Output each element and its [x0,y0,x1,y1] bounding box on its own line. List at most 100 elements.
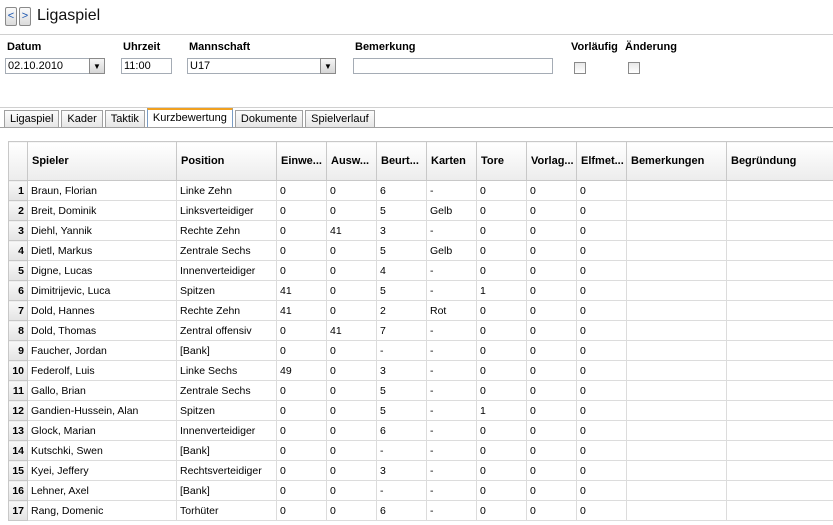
table-cell[interactable]: 0 [276,480,327,501]
table-cell[interactable]: 0 [526,380,577,401]
tab-spielverlauf[interactable]: Spielverlauf [305,110,375,127]
column-header[interactable]: Elfmet... [576,141,627,181]
table-cell[interactable]: - [426,220,477,241]
table-cell[interactable]: - [426,320,477,341]
column-header[interactable]: Position [176,141,277,181]
table-cell[interactable] [726,280,833,301]
table-cell[interactable]: 0 [476,460,527,481]
back-button[interactable]: < [5,6,17,26]
table-cell[interactable]: 0 [476,260,527,281]
table-cell[interactable]: Kutschki, Swen [27,440,177,461]
table-cell[interactable]: 49 [276,360,327,381]
table-cell[interactable]: 0 [476,500,527,521]
column-header[interactable]: Ausw... [326,141,377,181]
table-cell[interactable]: 0 [576,480,627,501]
table-cell[interactable]: 0 [576,300,627,321]
table-cell[interactable]: Zentrale Sechs [176,380,277,401]
table-cell[interactable]: 41 [326,220,377,241]
table-cell[interactable] [626,500,727,521]
table-cell[interactable]: Torhüter [176,500,277,521]
table-cell[interactable] [626,440,727,461]
table-cell[interactable]: 0 [476,480,527,501]
column-header[interactable]: Tore [476,141,527,181]
table-row[interactable]: 1 Braun, Florian Linke Zehn 0 0 6-0 0 0 [8,180,833,201]
table-cell[interactable]: 0 [526,260,577,281]
table-cell[interactable]: 0 [276,200,327,221]
table-cell[interactable]: 0 [526,320,577,341]
table-cell[interactable]: 0 [476,340,527,361]
table-cell[interactable]: 0 [476,200,527,221]
table-cell[interactable] [726,400,833,421]
table-cell[interactable]: Spitzen [176,400,277,421]
table-cell[interactable]: 0 [526,180,577,201]
table-cell[interactable]: - [376,440,427,461]
table-cell[interactable]: 41 [326,320,377,341]
table-cell[interactable]: Digne, Lucas [27,260,177,281]
table-cell[interactable]: - [426,420,477,441]
table-cell[interactable]: Gelb [426,200,477,221]
table-cell[interactable]: 0 [326,180,377,201]
table-row[interactable]: 8 Dold, Thomas Zentral offensiv 0 41 7-0 0 0 [8,320,833,341]
table-cell[interactable]: 0 [476,300,527,321]
tab-kader[interactable]: Kader [61,110,103,127]
table-row[interactable]: 10 Federolf, Luis Linke Sechs 49 0 3-0 0 0 [8,360,833,381]
table-cell[interactable]: 5 [376,240,427,261]
table-row[interactable]: 16 Lehner, Axel [Bank] 0 0- -0 0 0 [8,480,833,501]
table-cell[interactable]: 6 [376,500,427,521]
table-cell[interactable]: Zentral offensiv [176,320,277,341]
column-header[interactable]: Spieler [27,141,177,181]
table-cell[interactable]: 0 [476,220,527,241]
table-cell[interactable]: 6 [376,180,427,201]
table-cell[interactable]: Gandien-Hussein, Alan [27,400,177,421]
table-cell[interactable] [626,480,727,501]
table-cell[interactable]: Rang, Domenic [27,500,177,521]
table-cell[interactable]: Innenverteidiger [176,260,277,281]
table-cell[interactable]: 5 [376,380,427,401]
table-cell[interactable]: - [426,280,477,301]
table-cell[interactable]: 0 [526,360,577,381]
table-row[interactable]: 2 Breit, Dominik Linksverteidiger 0 0 5 Gelb 0 0… [8,200,833,221]
table-cell[interactable] [626,380,727,401]
table-cell[interactable]: 0 [526,240,577,261]
table-cell[interactable]: 3 [376,360,427,381]
table-row[interactable]: 4 Dietl, Markus Zentrale Sechs 0 0 5 Gelb 0 0 0 [8,240,833,261]
table-cell[interactable]: 0 [276,180,327,201]
table-cell[interactable]: Lehner, Axel [27,480,177,501]
table-cell[interactable]: Rechte Zehn [176,300,277,321]
table-cell[interactable]: - [376,480,427,501]
table-cell[interactable] [726,420,833,441]
table-cell[interactable] [626,400,727,421]
column-header[interactable]: Bemerkungen [626,141,727,181]
table-cell[interactable]: 0 [476,180,527,201]
column-header[interactable]: Vorlag... [526,141,577,181]
mannschaft-select[interactable]: U17 [187,58,321,74]
table-cell[interactable]: 0 [576,340,627,361]
table-cell[interactable]: 0 [326,480,377,501]
table-cell[interactable]: [Bank] [176,340,277,361]
table-cell[interactable]: Rechte Zehn [176,220,277,241]
table-cell[interactable]: 0 [576,440,627,461]
table-cell[interactable]: 0 [526,220,577,241]
table-cell[interactable] [626,300,727,321]
table-cell[interactable]: - [426,400,477,421]
column-header[interactable] [8,141,28,181]
table-cell[interactable]: 0 [276,240,327,261]
table-cell[interactable]: 6 [376,420,427,441]
table-cell[interactable]: 0 [326,300,377,321]
table-cell[interactable]: 0 [276,420,327,441]
table-cell[interactable]: 2 [376,300,427,321]
table-cell[interactable]: Dold, Thomas [27,320,177,341]
table-cell[interactable]: 0 [326,200,377,221]
tab-taktik[interactable]: Taktik [104,110,145,127]
table-cell[interactable]: Gelb [426,240,477,261]
table-cell[interactable]: 0 [326,440,377,461]
column-header[interactable]: Beurt... [376,141,427,181]
table-cell[interactable] [726,480,833,501]
table-cell[interactable]: 0 [276,400,327,421]
forward-button[interactable]: > [19,6,31,26]
table-cell[interactable] [626,220,727,241]
table-cell[interactable]: 0 [476,440,527,461]
table-cell[interactable] [726,200,833,221]
table-row[interactable]: 3 Diehl, Yannik Rechte Zehn 0 41 3-0 0 0 [8,220,833,241]
table-cell[interactable]: - [426,360,477,381]
